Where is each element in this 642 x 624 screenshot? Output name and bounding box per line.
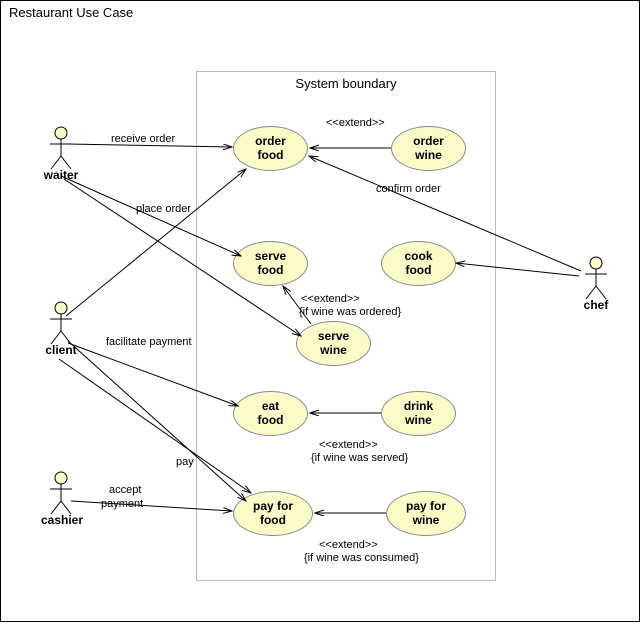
actor-icon — [48, 301, 74, 345]
system-boundary-title: System boundary — [197, 76, 495, 91]
actor-label: cashier — [41, 513, 81, 527]
diagram-frame: Restaurant Use Case System boundary wait… — [0, 0, 640, 622]
actor-chef: chef — [576, 256, 616, 312]
label-extend-1: <<extend>> — [326, 117, 385, 129]
label-cond-4: {if wine was consumed} — [304, 552, 419, 564]
label-cond-3: {if wine was served} — [311, 452, 408, 464]
actor-waiter: waiter — [41, 126, 81, 182]
usecase-serve-food: serve food — [233, 241, 308, 286]
label-extend-4: <<extend>> — [319, 539, 378, 551]
usecase-serve-wine: serve wine — [296, 321, 371, 366]
label-extend-2: <<extend>> — [301, 293, 360, 305]
usecase-pay-food: pay for food — [233, 491, 313, 536]
actor-icon — [48, 471, 74, 515]
usecase-pay-wine: pay for wine — [386, 491, 466, 536]
actor-label: client — [41, 343, 81, 357]
usecase-eat-food: eat food — [233, 391, 308, 436]
actor-cashier: cashier — [41, 471, 81, 527]
label-pay: pay — [176, 456, 194, 468]
label-facilitate-payment: facilitate payment — [106, 336, 192, 348]
actor-client: client — [41, 301, 81, 357]
diagram-title: Restaurant Use Case — [9, 5, 133, 20]
label-receive-order: receive order — [111, 133, 175, 145]
label-cond-2: {if wine was ordered} — [299, 306, 401, 318]
usecase-order-wine: order wine — [391, 126, 466, 171]
label-payment: payment — [101, 498, 143, 510]
actor-label: waiter — [41, 168, 81, 182]
usecase-order-food: order food — [233, 126, 308, 171]
label-accept: accept — [109, 484, 141, 496]
actor-icon — [48, 126, 74, 170]
label-confirm-order: confirm order — [376, 183, 441, 195]
usecase-cook-food: cook food — [381, 241, 456, 286]
label-extend-3: <<extend>> — [319, 439, 378, 451]
label-place-order: place order — [136, 203, 191, 215]
actor-icon — [583, 256, 609, 300]
usecase-drink-wine: drink wine — [381, 391, 456, 436]
actor-label: chef — [576, 298, 616, 312]
